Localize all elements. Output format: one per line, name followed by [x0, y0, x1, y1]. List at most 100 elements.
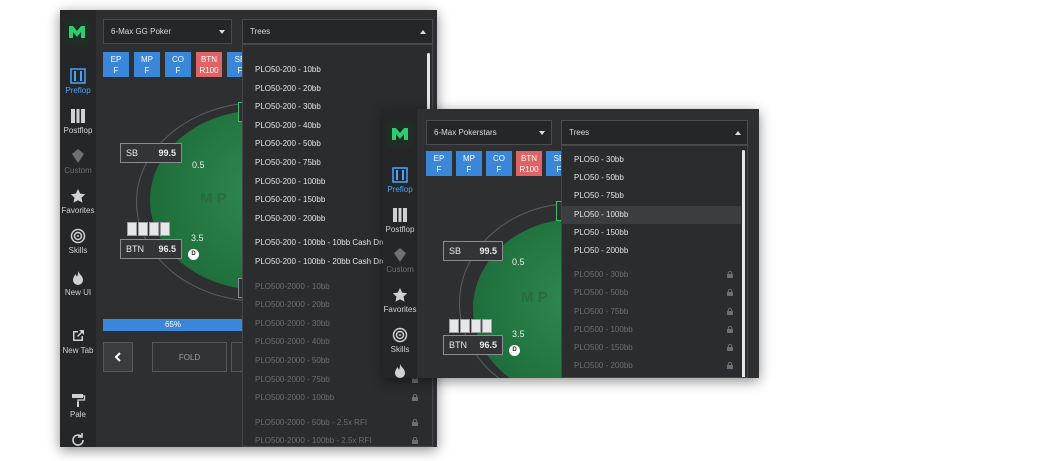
position-mp[interactable]: MP F	[134, 52, 160, 77]
fold-button[interactable]: FOLD	[152, 342, 227, 372]
lock-icon	[727, 344, 733, 351]
chevron-up-icon	[420, 30, 426, 34]
tree-option[interactable]: PLO500 - 200bb	[562, 357, 741, 375]
postflop-icon	[71, 109, 85, 123]
nav-refresh[interactable]	[60, 432, 96, 447]
lock-icon	[412, 394, 418, 402]
lock-icon	[727, 307, 733, 315]
progress-bar: 65%	[103, 319, 243, 331]
tree-option[interactable]: PLO500-2000 - 100bb - 2.5x RFI	[243, 432, 426, 446]
tree-option[interactable]: PLO500 - 100bb	[562, 321, 741, 339]
logo	[387, 121, 413, 147]
watermark-logo: M P	[521, 289, 548, 306]
tree-option[interactable]: PLO50 - 200bb	[562, 242, 741, 260]
nav-favorites[interactable]: Favorites	[383, 287, 417, 314]
nav-postflop[interactable]: Postflop	[383, 207, 417, 234]
tree-option[interactable]: PLO50 - 75bb	[562, 187, 741, 205]
sb-bet: 0.5	[192, 160, 205, 170]
nav-postflop[interactable]: Postflop	[60, 108, 96, 135]
scrollbar[interactable]	[742, 150, 745, 377]
chevron-left-icon	[114, 352, 121, 362]
preflop-icon	[392, 167, 408, 183]
btn-cards	[449, 319, 492, 333]
position-ep[interactable]: EP F	[426, 151, 452, 176]
nav-custom[interactable]: Custom	[60, 148, 96, 175]
dealer-button: D	[509, 345, 520, 356]
tree-option[interactable]: PLO500 - 150bb	[562, 339, 741, 357]
seat-btn[interactable]: BTN 96.5	[120, 239, 182, 259]
nav-new-tab[interactable]: New Tab	[60, 328, 96, 355]
fire-icon	[73, 271, 83, 285]
sidebar: Preflop Postflop Custom Favorites Skills	[383, 109, 417, 378]
target-icon	[70, 228, 86, 244]
trees-dropdown[interactable]: Trees	[242, 19, 433, 44]
postflop-icon	[393, 208, 407, 222]
position-co[interactable]: CO F	[486, 151, 512, 176]
nav-skills[interactable]: Skills	[60, 228, 96, 255]
app-window-pokerstars: Preflop Postflop Custom Favorites Skills…	[383, 109, 759, 378]
fire-icon	[395, 364, 405, 378]
nav-preflop[interactable]: Preflop	[60, 68, 96, 95]
custom-icon	[72, 149, 84, 163]
chevron-down-icon	[219, 30, 225, 34]
seat-sb[interactable]: SB 99.5	[120, 143, 182, 163]
preflop-icon	[70, 68, 86, 84]
position-ep[interactable]: EP F	[103, 52, 129, 77]
lock-icon	[727, 362, 733, 370]
app-window-gg: Preflop Postflop Custom Favorites Skills…	[60, 10, 437, 447]
btn-bet: 3.5	[191, 233, 204, 243]
back-button[interactable]	[103, 342, 133, 372]
nav-favorites[interactable]: Favorites	[60, 188, 96, 215]
nav-pale[interactable]: Pale	[60, 392, 96, 419]
logo-icon	[69, 26, 85, 38]
refresh-icon	[72, 433, 84, 446]
trees-dropdown[interactable]: Trees	[561, 120, 748, 145]
position-btn[interactable]: BTN R100	[196, 52, 222, 77]
tree-option[interactable]: PLO50 - 50bb	[562, 169, 741, 187]
tree-option[interactable]: PLO500-2000 - 100bb	[243, 389, 426, 407]
lock-icon	[727, 289, 733, 297]
star-icon	[392, 288, 408, 302]
sidebar: Preflop Postflop Custom Favorites Skills…	[60, 10, 96, 447]
tree-option[interactable]: PLO50 - 100bb	[562, 205, 741, 224]
dealer-button: D	[188, 249, 199, 260]
btn-bet: 3.5	[512, 329, 525, 339]
custom-icon	[394, 248, 406, 262]
lock-icon	[412, 418, 418, 426]
tree-option[interactable]: PLO500-2000 - 50bb - 2.5x RFI	[243, 414, 426, 432]
scrollbar[interactable]	[427, 53, 430, 113]
tree-option[interactable]: PLO500 - 75bb	[562, 303, 741, 321]
chevron-up-icon	[735, 131, 741, 135]
position-btn[interactable]: BTN R100	[516, 151, 542, 176]
position-co[interactable]: CO F	[165, 52, 191, 77]
game-select[interactable]: 6-Max GG Poker	[103, 19, 232, 44]
tree-option[interactable]: PLO500 - 50bb	[562, 284, 741, 302]
watermark-logo: M P	[200, 190, 227, 207]
lock-icon	[727, 271, 733, 279]
tree-option[interactable]: PLO50-200 - 20bb	[243, 80, 426, 98]
position-mp[interactable]: MP F	[456, 151, 482, 176]
btn-cards	[127, 222, 170, 236]
nav-skills[interactable]: Skills	[383, 327, 417, 354]
nav-new-ui[interactable]	[383, 363, 417, 378]
logo-icon	[392, 128, 408, 140]
seat-sb[interactable]: SB 99.5	[443, 241, 503, 261]
nav-preflop[interactable]: Preflop	[383, 167, 417, 194]
seat-btn[interactable]: BTN 96.5	[443, 335, 503, 355]
chevron-down-icon	[539, 131, 545, 135]
game-select[interactable]: 6-Max Pokerstars	[426, 120, 552, 145]
new-tab-icon	[73, 330, 84, 341]
tree-option[interactable]: PLO50 - 150bb	[562, 224, 741, 242]
target-icon	[392, 327, 408, 343]
lock-icon	[727, 325, 733, 333]
lock-icon	[412, 437, 418, 445]
logo	[64, 19, 90, 45]
nav-custom[interactable]: Custom	[383, 247, 417, 274]
paint-roller-icon	[72, 394, 86, 407]
tree-option[interactable]: PLO50-200 - 10bb	[243, 61, 426, 79]
trees-list: PLO50 - 30bb PLO50 - 50bb PLO50 - 75bb PLO5…	[561, 145, 748, 378]
nav-new-ui[interactable]: New UI	[60, 270, 96, 297]
star-icon	[70, 189, 86, 203]
tree-option[interactable]: PLO50 - 30bb	[562, 151, 741, 169]
tree-option[interactable]: PLO500 - 30bb	[562, 266, 741, 284]
